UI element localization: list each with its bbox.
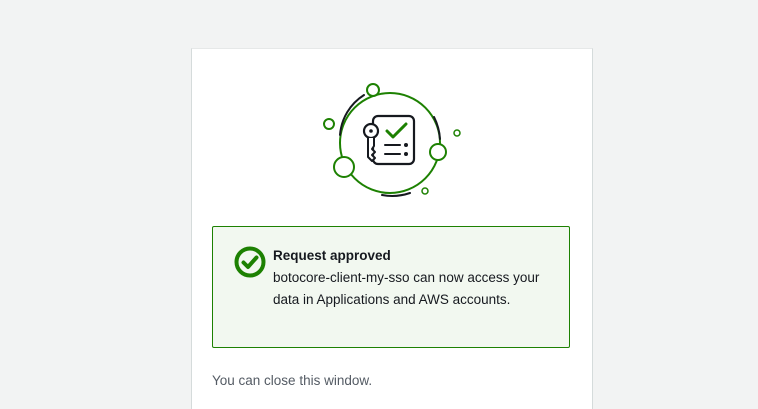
success-alert: Request approved botocore-client-my-sso … <box>212 226 570 348</box>
key-document-illustration-icon <box>323 83 461 197</box>
close-window-note: You can close this window. <box>212 373 373 388</box>
alert-title: Request approved <box>273 248 391 263</box>
alert-message: botocore-client-my-sso can now access yo… <box>273 270 540 307</box>
check-circle-icon <box>234 246 266 278</box>
authorization-card: Request approved botocore-client-my-sso … <box>191 48 593 409</box>
alert-content: Request approved botocore-client-my-sso … <box>273 245 548 311</box>
